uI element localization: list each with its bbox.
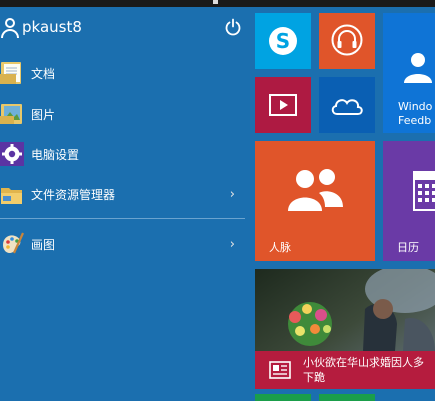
headphones-icon [331, 24, 363, 56]
tile-music[interactable] [319, 13, 375, 69]
skype-icon: S [269, 27, 297, 55]
menu-item-pc-settings[interactable]: 电脑设置 [0, 139, 245, 169]
menu-item-label: 文件资源管理器 [31, 187, 116, 202]
tile-video[interactable] [255, 77, 311, 133]
menu-item-label: 电脑设置 [31, 147, 80, 162]
calendar-icon [413, 171, 435, 211]
user-account-button[interactable]: pkaust8 [0, 15, 248, 39]
tile-windows-feedback[interactable]: Windo Feedb [383, 13, 435, 133]
menu-item-label: 画图 [31, 237, 56, 252]
tile-calendar[interactable]: 日历 [383, 141, 435, 261]
chevron-right-icon[interactable]: › [230, 237, 235, 252]
user-name: pkaust8 [22, 18, 82, 36]
settings-gear-icon [0, 142, 24, 166]
menu-item-label: 图片 [31, 107, 56, 122]
documents-icon [0, 62, 21, 84]
people-icon [288, 169, 343, 211]
menu-item-documents[interactable]: 文档 [0, 58, 245, 88]
resize-grip[interactable] [213, 0, 218, 4]
menu-item-paint[interactable]: 画图 › [0, 229, 245, 259]
paint-icon [3, 232, 24, 254]
chevron-right-icon[interactable]: › [230, 187, 235, 202]
user-avatar-icon [0, 16, 20, 38]
tile-partial-green[interactable] [255, 394, 311, 401]
video-icon [269, 94, 297, 116]
start-menu-left-pane: pkaust8 文档 图片 电脑设置 文件资源管理器 › 画图 › [0, 7, 255, 401]
tile-onedrive[interactable] [319, 77, 375, 133]
menu-item-file-explorer[interactable]: 文件资源管理器 › [0, 179, 245, 209]
menu-item-pictures[interactable]: 图片 [0, 99, 245, 129]
power-icon[interactable] [224, 18, 242, 36]
news-headline-line2: 下跪 [303, 371, 325, 384]
tile-label: 人脉 [269, 241, 291, 254]
news-icon [269, 361, 291, 379]
menu-item-label: 文档 [31, 66, 56, 81]
tile-label-line1: Windo [398, 100, 433, 113]
menu-separator [0, 218, 245, 219]
news-headline-line1: 小伙欲在华山求婚因人多 [303, 356, 424, 369]
tile-people[interactable]: 人脉 [255, 141, 375, 261]
onedrive-cloud-icon [331, 99, 363, 115]
svg-text:S: S [276, 29, 290, 53]
tile-label-line2: Feedb [398, 114, 432, 127]
window-top-edge [0, 0, 435, 7]
tile-skype[interactable]: S [255, 13, 311, 69]
tile-partial-green-2[interactable] [319, 394, 375, 401]
pictures-icon [0, 104, 22, 124]
tile-label: 日历 [397, 241, 419, 254]
news-headline-bar: 小伙欲在华山求婚因人多 下跪 [255, 351, 435, 389]
person-icon [404, 53, 432, 83]
file-explorer-icon [1, 188, 22, 204]
tile-news[interactable]: 小伙欲在华山求婚因人多 下跪 [255, 269, 435, 389]
